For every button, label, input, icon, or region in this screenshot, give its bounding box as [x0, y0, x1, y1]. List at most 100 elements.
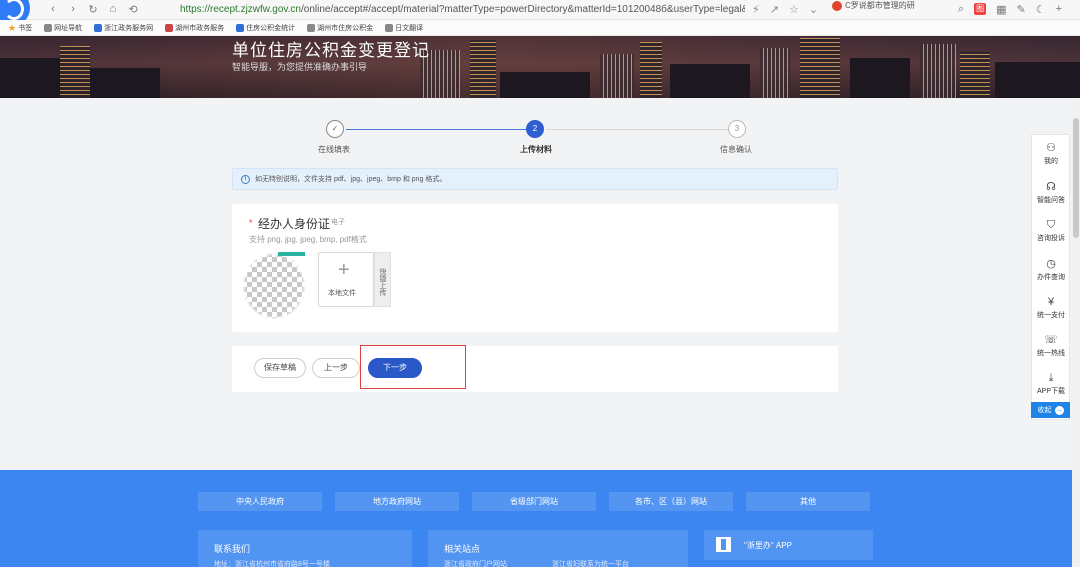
site-icon [236, 23, 245, 32]
page-footer: 中央人民政府 地方政府网站 省级部门网站 各市、区（县）网站 其他 联系我们 地… [0, 470, 1072, 567]
footer-link[interactable]: 地方政府网站 [335, 492, 459, 511]
site-icon [94, 23, 103, 32]
banner-building [760, 48, 790, 98]
related-link[interactable]: 浙江省政府门户网站 [444, 559, 507, 567]
float-item-payment[interactable]: ¥ 统一支付 [1032, 295, 1070, 320]
plus-icon: + [338, 259, 350, 281]
star-icon: ★ [8, 22, 17, 33]
page-banner: 单位住房公积金变更登记 智能导服，为您提供准确办事引导 [0, 36, 1080, 98]
highlight-annotation [360, 345, 466, 389]
contact-address: 地址：浙江省杭州市省府路8号一号楼 [214, 561, 330, 567]
right-float-bar: ⚇ 我的 ☊ 智能问答 ⛉ 咨询投诉 ◷ 办件查询 ¥ 统一支付 ☏ 统一热线 ⤓ APP下载 [1031, 134, 1070, 420]
lightning-icon[interactable]: ⚡ [752, 3, 760, 16]
pen-icon[interactable]: ✎ [1017, 3, 1026, 16]
plus-icon[interactable]: + [1056, 3, 1062, 16]
uploaded-file-thumbnail[interactable] [242, 252, 306, 320]
banner-building [670, 64, 750, 98]
arrow-right-icon: → [1054, 405, 1064, 415]
upload-card: * 经办人身份证 电子 支持 png, jpg, jpeg, bmp, pdf格… [232, 204, 838, 332]
float-item-label: 办件查询 [1037, 274, 1065, 281]
contact-title: 联系我们 [214, 544, 251, 554]
float-item-label: 统一支付 [1037, 312, 1065, 319]
collapse-label: 收起 [1037, 407, 1052, 414]
bookmark-item[interactable]: 网址导航 [44, 23, 82, 33]
quick-upload-button[interactable]: 快捷上传 [374, 252, 391, 307]
notice-text: 如无特别说明，文件支持 pdf、jpg、jpeg、bmp 和 png 格式。 [255, 176, 447, 183]
share-icon[interactable]: ↗ [770, 3, 779, 16]
page-scrollbar[interactable] [1072, 98, 1080, 567]
account-avatar-icon [832, 0, 842, 11]
grid-icon[interactable]: ▦ [996, 3, 1006, 16]
footer-links: 中央人民政府 地方政府网站 省级部门网站 各市、区（县）网站 其他 [198, 492, 870, 511]
local-file-button[interactable]: + 本地文件 [318, 252, 374, 307]
user-icon: ⚇ [1046, 142, 1056, 154]
headset-icon: ☊ [1046, 181, 1056, 193]
related-link[interactable]: 浙江省妇联系为统一平台 [552, 559, 629, 567]
float-item-hotline[interactable]: ☏ 统一热线 [1032, 333, 1070, 358]
step-2-circle: 2 [526, 120, 544, 138]
footer-link[interactable]: 中央人民政府 [198, 492, 322, 511]
account-label: C罗说都市管理的研 [845, 1, 915, 10]
moon-icon[interactable]: ☾ [1036, 3, 1046, 16]
home-icon[interactable]: ⌂ [106, 3, 120, 16]
bookmark-label: 浙江政务服务网 [104, 24, 154, 32]
float-item-label: 统一热线 [1037, 350, 1065, 357]
address-bar[interactable]: https://recept.zjzwfw.gov.cn/online/acce… [180, 4, 745, 15]
search-icon[interactable]: ⌕ [958, 3, 964, 16]
bookmark-item[interactable]: 湖州市住房公积金 [307, 23, 373, 33]
app-label: "浙里办" APP [744, 541, 792, 550]
float-item-app[interactable]: ⤓ APP下载 [1032, 371, 1070, 396]
related-title: 相关站点 [444, 544, 481, 554]
footer-contact: 联系我们 地址：浙江省杭州市省府路8号一号楼 [198, 530, 412, 567]
phone-icon: ☏ [1044, 334, 1058, 346]
banner-building [920, 44, 956, 98]
history-icon[interactable]: ⟲ [126, 3, 140, 16]
clock-icon: ◷ [1046, 258, 1056, 270]
banner-building [90, 68, 160, 98]
bookmark-item[interactable]: 日文翻译 [385, 23, 423, 33]
star-icon[interactable]: ☆ [789, 3, 799, 16]
refresh-icon[interactable]: ↻ [86, 3, 100, 16]
bookmark-item[interactable]: 湖州市政务服务 [165, 23, 224, 33]
footer-link[interactable]: 省级部门网站 [472, 492, 596, 511]
banner-building [0, 58, 60, 98]
scrollbar-thumb[interactable] [1073, 118, 1079, 238]
float-item-query[interactable]: ◷ 办件查询 [1032, 257, 1070, 282]
download-icon: ⤓ [1048, 372, 1054, 384]
url-host: https://recept.zjzwfw.gov.cn [180, 4, 301, 15]
forward-icon[interactable]: › [66, 3, 80, 16]
float-item-mine[interactable]: ⚇ 我的 [1032, 141, 1070, 166]
step-connector [546, 129, 728, 130]
footer-link[interactable]: 各市、区（县）网站 [609, 492, 733, 511]
prev-step-button[interactable]: 上一步 [312, 358, 360, 378]
field-tag: 电子 [331, 219, 345, 226]
chevron-down-icon[interactable]: ⌄ [809, 3, 818, 16]
main-content: ✓ 2 3 在线填表 上传材料 信息确认 i 如无特别说明，文件支持 pdf、j… [0, 98, 1072, 470]
bookmark-item[interactable]: ★ 书签 [8, 23, 32, 33]
footer-app[interactable]: "浙里办" APP [704, 530, 873, 560]
red-extension-icon[interactable]: 图 [974, 3, 987, 15]
footer-link[interactable]: 其他 [746, 492, 870, 511]
globe-icon [44, 23, 53, 32]
banner-building [500, 72, 590, 98]
bookmark-label: 书签 [18, 24, 33, 32]
action-card: 保存草稿 上一步 下一步 [232, 346, 838, 392]
site-icon [165, 23, 174, 32]
bookmark-item[interactable]: 住房公积金统计 [236, 23, 295, 33]
back-icon[interactable]: ‹ [46, 3, 60, 16]
page-title: 单位住房公积金变更登记 [232, 41, 430, 61]
step-2-label: 上传材料 [520, 145, 552, 154]
footer-related: 相关站点 浙江省政府门户网站 浙江省妇联系为统一平台 [428, 530, 688, 567]
collapse-button[interactable]: 收起 → [1031, 402, 1070, 418]
required-mark: * [249, 218, 253, 228]
step-1-check-icon: ✓ [326, 120, 344, 138]
bookmark-label: 住房公积金统计 [246, 24, 296, 32]
save-draft-button[interactable]: 保存草稿 [254, 358, 306, 378]
bookmark-item[interactable]: 浙江政务服务网 [94, 23, 153, 33]
step-3-circle: 3 [728, 120, 746, 138]
banner-building [960, 52, 990, 98]
account-menu[interactable]: C罗说都市管理的研 [832, 0, 915, 11]
float-item-qa[interactable]: ☊ 智能问答 [1032, 180, 1070, 205]
float-item-complaint[interactable]: ⛉ 咨询投诉 [1032, 218, 1070, 243]
nav-buttons: ‹ › ↻ ⌂ ⟲ [46, 3, 140, 16]
